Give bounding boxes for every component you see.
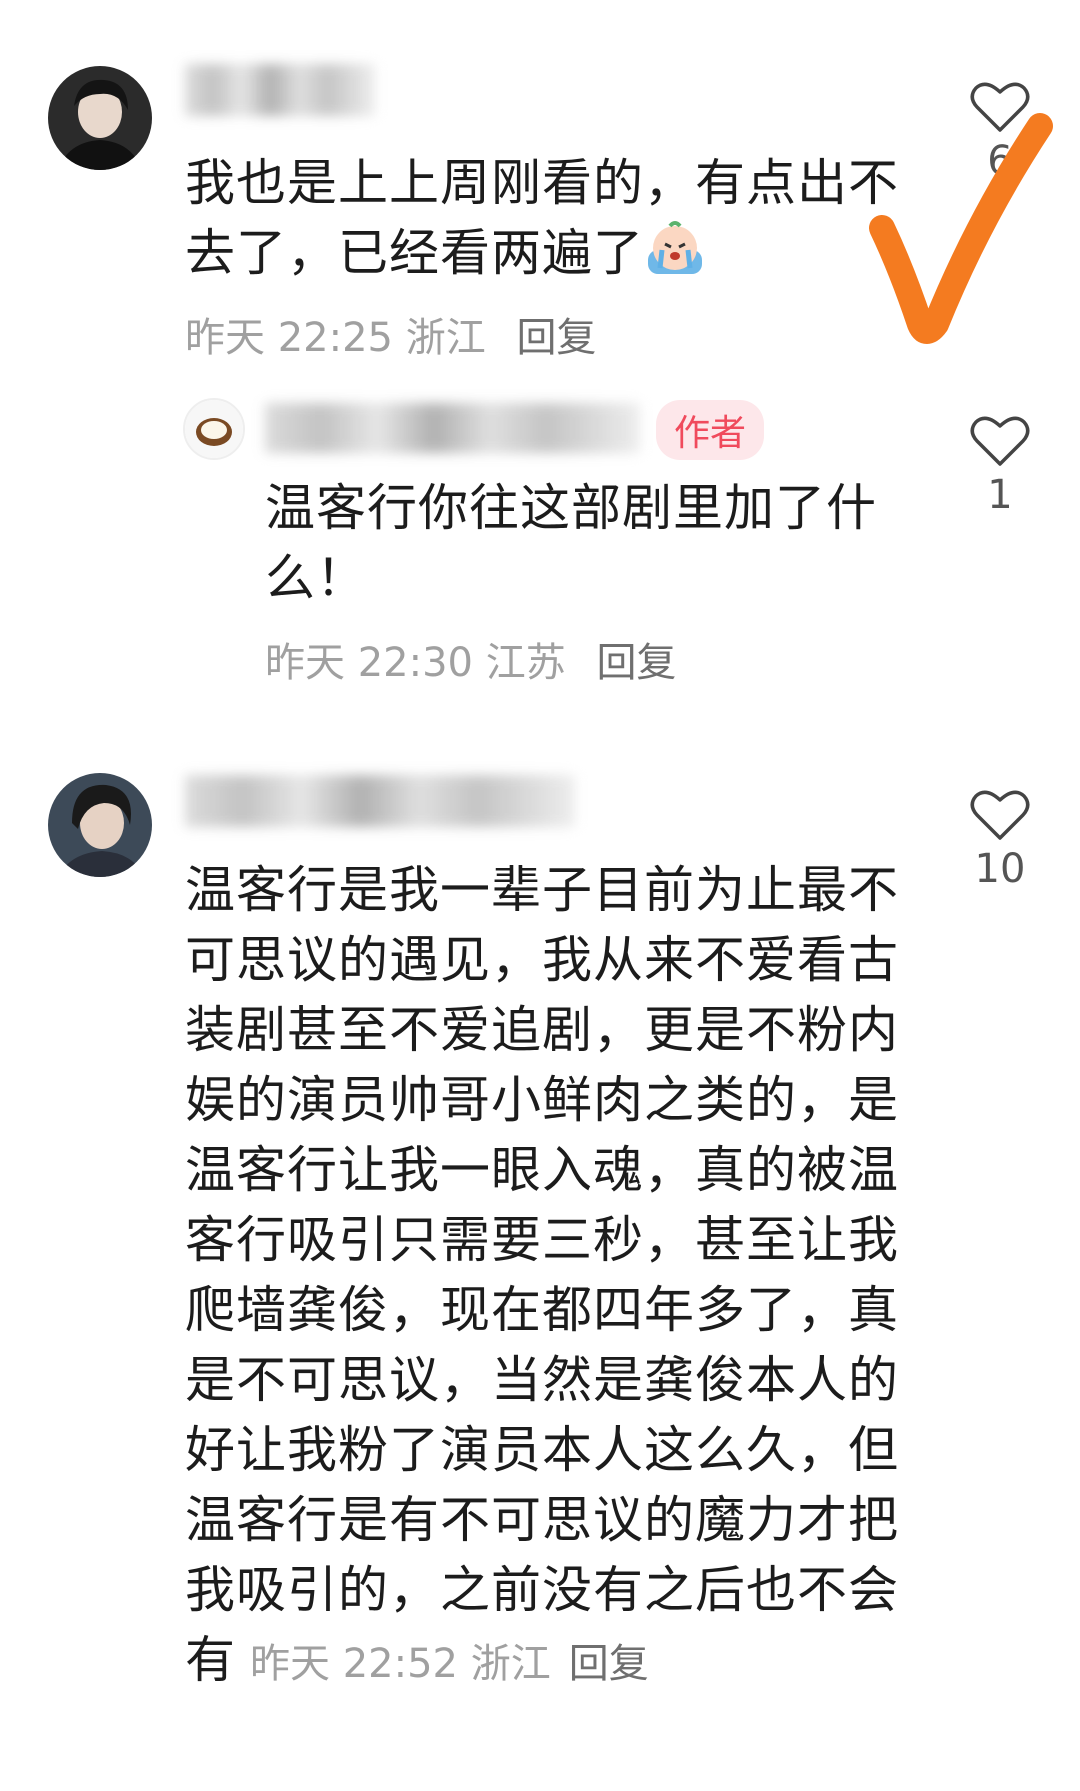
like-button[interactable]: 1 — [955, 414, 1045, 518]
comment-text: 我也是上上周刚看的，有点出不去了，已经看两遍了 — [185, 148, 910, 296]
comment-meta: 昨天 22:30 江苏 回复 — [265, 630, 676, 688]
comment-text: 温客行是我一辈子目前为止最不可思议的遇见，我从来不爱看古装剧甚至不爱追剧，更是不… — [185, 855, 910, 1699]
comment-location: 浙江 — [470, 1641, 551, 1687]
comment-time: 昨天 22:30 — [265, 640, 473, 686]
reply-button[interactable]: 回复 — [516, 315, 596, 361]
comment-text: 温客行你往这部剧里加了什么！ — [265, 473, 905, 613]
author-tag: 作者 — [656, 400, 765, 460]
like-count: 10 — [974, 846, 1026, 892]
comment-content: 我也是上上周刚看的，有点出不去了，已经看两遍了 — [185, 154, 899, 282]
comment-time: 昨天 22:52 — [250, 1641, 458, 1687]
reply-button[interactable]: 回复 — [596, 640, 676, 686]
comment-meta: 昨天 22:52 浙江 回复 — [250, 1641, 649, 1687]
avatar[interactable] — [183, 398, 245, 460]
avatar[interactable] — [48, 773, 152, 877]
comment-location: 浙江 — [405, 315, 486, 361]
comment-time: 昨天 22:25 — [185, 315, 393, 361]
reply-button[interactable]: 回复 — [569, 1641, 649, 1687]
avatar[interactable] — [48, 66, 152, 170]
like-button[interactable]: 10 — [955, 788, 1045, 892]
heart-icon — [970, 416, 1030, 466]
username-blurred[interactable] — [265, 403, 640, 453]
heart-icon — [970, 790, 1030, 840]
username-blurred[interactable] — [185, 64, 375, 116]
crying-face-emoji — [644, 220, 706, 296]
like-count: 1 — [987, 472, 1013, 518]
username-blurred[interactable] — [185, 775, 575, 827]
checkmark-icon — [869, 113, 1053, 344]
comment-content: 温客行是我一辈子目前为止最不可思议的遇见，我从来不爱看古装剧甚至不爱追剧，更是不… — [185, 861, 899, 1689]
comment-location: 江苏 — [485, 640, 566, 686]
comment-content: 温客行你往这部剧里加了什么！ — [265, 479, 877, 607]
comment-meta: 昨天 22:25 浙江 回复 — [185, 305, 596, 363]
